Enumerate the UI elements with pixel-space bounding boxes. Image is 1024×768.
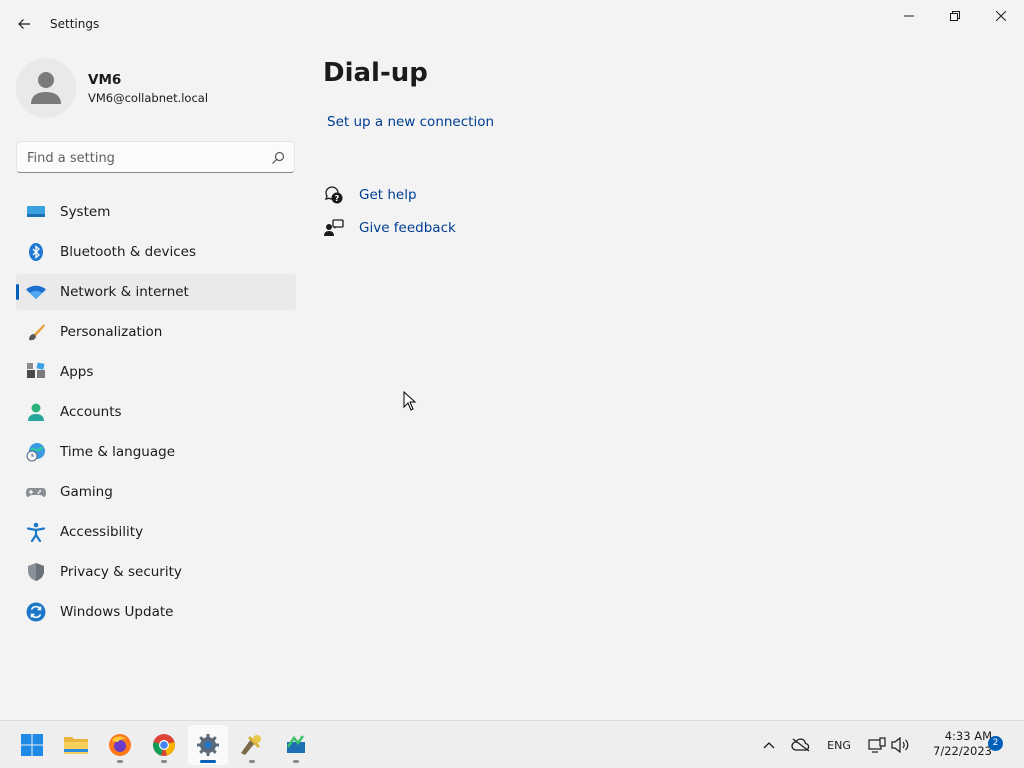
clock[interactable]: 4:33 AM 7/22/2023 [912,729,992,759]
sidebar-item-system[interactable]: System [16,194,296,230]
sidebar-item-network[interactable]: Network & internet [16,274,296,310]
avatar[interactable] [16,58,76,118]
sidebar-item-windows-update[interactable]: Windows Update [16,594,296,630]
accessibility-icon [26,522,46,542]
gamepad-icon [26,488,46,497]
sidebar-item-privacy-security[interactable]: Privacy & security [16,554,296,590]
taskbar: ENG 4:33 AM 7/22/2023 [0,720,1024,768]
running-indicator [161,760,167,763]
sidebar-item-label: Network & internet [60,284,189,300]
network-tray[interactable] [866,733,888,757]
start-button[interactable] [12,725,52,765]
sidebar-item-label: Windows Update [60,604,174,620]
back-button[interactable] [10,10,38,38]
selection-indicator [16,284,19,300]
mouse-cursor-icon [403,391,417,411]
settings-window: Settings VM6 VM6@collabnet.local System … [0,0,1024,720]
file-explorer-icon [64,737,88,754]
chevron-up-icon [763,742,775,749]
sidebar-item-apps[interactable]: Apps [16,354,296,390]
user-placeholder-icon [31,72,61,104]
volume-tray[interactable] [890,733,910,757]
setup-new-connection-link[interactable]: Set up a new connection [327,114,494,130]
person-icon [28,403,44,421]
search-input[interactable] [27,148,267,168]
minimize-button[interactable] [886,0,932,32]
app-icon [241,735,261,755]
user-email: VM6@collabnet.local [88,91,209,105]
shield-icon [28,563,44,581]
bluetooth-icon [29,243,43,261]
sidebar-item-label: Accounts [60,404,122,420]
update-icon [26,602,46,622]
taskbar-chrome[interactable] [144,725,184,765]
give-feedback-label: Give feedback [359,220,456,236]
sidebar-item-bluetooth[interactable]: Bluetooth & devices [16,234,296,270]
notification-badge[interactable]: 2 [988,736,1003,751]
taskbar-file-explorer[interactable] [56,725,96,765]
sidebar-item-gaming[interactable]: Gaming [16,474,296,510]
sidebar-item-label: Bluetooth & devices [60,244,197,260]
sidebar-item-label: Apps [60,364,94,380]
brush-icon [29,324,45,341]
sidebar-item-label: System [60,204,111,220]
restore-icon [950,11,960,21]
page-title: Dial-up [323,58,428,88]
taskbar-firefox[interactable] [100,725,140,765]
restore-button[interactable] [932,0,978,32]
sidebar-nav: System Bluetooth & devices Network & int… [16,194,296,634]
feedback-icon [324,219,344,236]
sidebar-item-personalization[interactable]: Personalization [16,314,296,350]
user-name: VM6 [88,72,122,88]
app-title: Settings [50,17,100,31]
taskbar-settings[interactable] [188,725,228,765]
search-icon[interactable] [270,150,286,166]
minimize-icon [904,15,914,17]
running-indicator [249,760,255,763]
sidebar-item-label: Accessibility [60,524,144,540]
get-help-label: Get help [359,187,417,203]
close-icon [996,11,1006,21]
title-bar: Settings [0,0,1024,48]
search-box [16,141,295,173]
app-icon [286,735,305,753]
give-feedback-link[interactable]: Give feedback [324,217,456,239]
help-chat-icon: ? [325,186,343,204]
back-arrow-icon [18,19,30,29]
taskbar-app[interactable] [276,725,316,765]
chrome-icon [153,734,175,756]
sidebar-item-label: Privacy & security [60,564,182,580]
get-help-link[interactable]: ? Get help [324,184,417,206]
svg-text:?: ? [335,194,340,203]
settings-icon [197,734,219,756]
close-button[interactable] [978,0,1024,32]
active-indicator [200,760,216,763]
monitor-icon [27,206,45,217]
sidebar-item-label: Gaming [60,484,113,500]
globe-clock-icon [26,443,45,462]
wifi-icon [26,285,46,299]
cloud-offline-icon [791,738,810,752]
clock-date: 7/22/2023 [933,744,992,758]
start-icon [21,734,43,756]
sidebar-item-accessibility[interactable]: Accessibility [16,514,296,550]
language-indicator[interactable]: ENG [824,733,854,757]
onedrive-tray[interactable] [789,733,813,757]
sidebar-item-accounts[interactable]: Accounts [16,394,296,430]
taskbar-app[interactable] [232,725,272,765]
sidebar-item-label: Personalization [60,324,163,340]
clock-time: 4:33 AM [944,729,992,743]
running-indicator [293,760,299,763]
firefox-icon [109,734,131,756]
running-indicator [117,760,123,763]
apps-icon [27,362,45,378]
speaker-icon [891,737,909,753]
sidebar-item-label: Time & language [60,444,176,460]
network-icon [868,737,886,753]
show-hidden-icons-button[interactable] [760,733,778,757]
sidebar-item-time-language[interactable]: Time & language [16,434,296,470]
